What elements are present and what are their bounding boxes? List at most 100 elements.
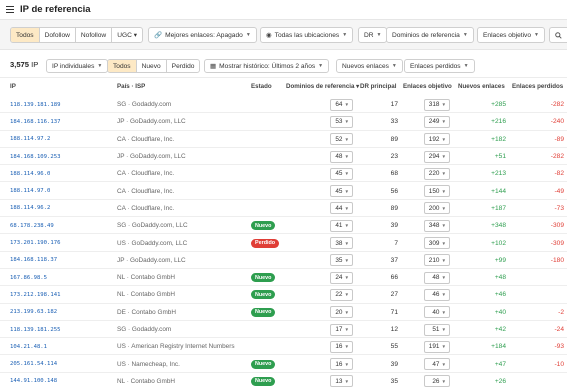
target-links-dropdown[interactable]: 40 ▼ — [424, 306, 450, 319]
target-links-dropdown[interactable]: 348 ▼ — [424, 219, 450, 232]
ref-domains-cell: 41 ▼ — [330, 217, 353, 234]
country-isp: DE · Contabo GmbH — [117, 308, 176, 316]
ref-domains-dropdown[interactable]: 13 ▼ — [330, 375, 353, 387]
ip-link[interactable]: 167.86.98.5 — [10, 269, 47, 286]
ref-domains-dropdown[interactable]: 53 ▼ — [330, 115, 353, 128]
new-links-value: +42 — [494, 326, 506, 333]
target-links-dropdown[interactable]: 51 ▼ — [424, 323, 450, 336]
ip-link[interactable]: 188.114.96.0 — [10, 165, 50, 182]
country-isp: CA · Cloudflare, Inc. — [117, 187, 175, 195]
country-isp: NL · Contabo GmbH — [117, 291, 176, 299]
ref-domains-cell: 22 ▼ — [330, 286, 353, 303]
tab-lost[interactable]: Perdido — [167, 60, 200, 72]
filter-ugc-dropdown[interactable]: UGC ▾ — [112, 28, 142, 42]
table-header: IP País · ISP Estado Dominios de referen… — [0, 78, 567, 96]
target-links-dropdown[interactable]: 26 ▼ — [424, 375, 450, 387]
ip-link[interactable]: 188.114.96.2 — [10, 200, 50, 217]
dr-value: 68 — [390, 170, 398, 178]
target-links-dropdown[interactable]: 294 ▼ — [424, 150, 450, 163]
ip-link[interactable]: 68.178.238.49 — [10, 217, 54, 234]
ref-domains-dropdown[interactable]: 38 ▼ — [330, 237, 353, 250]
ref-domains-dropdown[interactable]: Dominios de referencia ▼ — [386, 27, 474, 43]
lost-links-value: -89 — [554, 135, 564, 143]
menu-icon[interactable] — [6, 6, 14, 13]
target-links-dropdown[interactable]: 309 ▼ — [424, 237, 450, 250]
new-links-value: +46 — [494, 291, 506, 299]
ip-link[interactable]: 173.212.198.141 — [10, 286, 61, 303]
lost-links-dropdown[interactable]: Enlaces perdidos ▼ — [404, 59, 475, 73]
target-links-dropdown[interactable]: 210 ▼ — [424, 254, 450, 267]
locations-dropdown[interactable]: ◉ Todas las ubicaciones ▼ — [260, 27, 354, 43]
chevron-down-icon: ▼ — [344, 171, 349, 177]
ip-link[interactable]: 118.139.181.189 — [10, 96, 61, 113]
column-status[interactable]: Estado — [251, 83, 272, 90]
target-links-dropdown[interactable]: Enlaces objetivo ▼ — [477, 27, 545, 43]
target-links-dropdown[interactable]: 200 ▼ — [424, 202, 450, 215]
column-ref-domains[interactable]: Dominios de referencia ▾ — [286, 83, 359, 90]
column-dr[interactable]: DR principal — [360, 83, 396, 90]
ip-link[interactable]: 184.168.109.253 — [10, 148, 61, 165]
ip-link[interactable]: 144.91.100.148 — [10, 373, 57, 387]
ref-domains-dropdown[interactable]: 52 ▼ — [330, 133, 353, 146]
new-links-label: Nuevos enlaces — [342, 62, 389, 70]
tab-new[interactable]: Nuevo — [137, 60, 167, 72]
target-links-dropdown[interactable]: 220 ▼ — [424, 167, 450, 180]
ip-link[interactable]: 173.201.190.176 — [10, 234, 61, 251]
ip-link[interactable]: 118.139.181.255 — [10, 321, 61, 338]
ref-domains-dropdown[interactable]: 48 ▼ — [330, 150, 353, 163]
ref-domains-dropdown[interactable]: 16 ▼ — [330, 358, 353, 371]
target-links-dropdown[interactable]: 191 ▼ — [424, 340, 450, 353]
column-lost-links[interactable]: Enlaces perdidos — [512, 83, 563, 90]
ref-domains-dropdown[interactable]: 45 ▼ — [330, 167, 353, 180]
target-links-dropdown[interactable]: 192 ▼ — [424, 133, 450, 146]
lost-links-value: -282 — [550, 101, 564, 109]
filter-all-button[interactable]: Todos — [11, 28, 40, 42]
ref-domains-cell: 64 ▼ — [330, 96, 353, 113]
column-country-isp[interactable]: País · ISP — [117, 83, 145, 90]
ref-domains-dropdown[interactable]: 44 ▼ — [330, 202, 353, 215]
target-links-dropdown[interactable]: 48 ▼ — [424, 271, 450, 284]
ref-domains-dropdown[interactable]: 45 ▼ — [330, 185, 353, 198]
tab-all[interactable]: Todos — [108, 60, 137, 72]
ref-domains-dropdown[interactable]: 17 ▼ — [330, 323, 353, 336]
ip-mode-dropdown[interactable]: IP individuales ▼ — [46, 59, 109, 73]
target-links-cell: 150 ▼ — [424, 182, 450, 199]
ip-link[interactable]: 184.168.118.37 — [10, 252, 57, 269]
history-dropdown[interactable]: ▦ Mostrar histórico: Últimos 2 años ▼ — [204, 59, 330, 73]
ref-domains-cell: 48 ▼ — [330, 148, 353, 165]
target-links-dropdown[interactable]: 47 ▼ — [424, 358, 450, 371]
new-links-value: +187 — [491, 204, 506, 212]
chevron-down-icon: ▼ — [344, 292, 349, 298]
ref-domains-dropdown[interactable]: 35 ▼ — [330, 254, 353, 267]
ref-domains-dropdown[interactable]: 22 ▼ — [330, 288, 353, 301]
best-links-label: Mejores enlaces: Apagado — [165, 31, 243, 39]
column-ip[interactable]: IP — [10, 83, 16, 90]
target-links-cell: 48 ▼ — [424, 269, 450, 286]
ref-domains-dropdown[interactable]: 20 ▼ — [330, 306, 353, 319]
column-new-links[interactable]: Nuevos enlaces — [458, 83, 505, 90]
ref-domains-dropdown[interactable]: 41 ▼ — [330, 219, 353, 232]
filter-nofollow-button[interactable]: Nofollow — [76, 28, 113, 42]
ip-link[interactable]: 104.21.48.1 — [10, 338, 47, 355]
ip-link[interactable]: 213.199.63.182 — [10, 304, 57, 321]
ip-link[interactable]: 188.114.97.0 — [10, 182, 50, 199]
ref-domains-dropdown[interactable]: 64 ▼ — [330, 98, 353, 111]
ip-link[interactable]: 188.114.97.2 — [10, 131, 50, 148]
chevron-down-icon: ▼ — [342, 32, 348, 38]
target-links-dropdown[interactable]: 249 ▼ — [424, 115, 450, 128]
column-target-links[interactable]: Enlaces objetivo — [403, 83, 452, 90]
ip-link[interactable]: 205.161.54.114 — [10, 355, 57, 372]
dr-dropdown[interactable]: DR ▼ — [358, 27, 388, 43]
ref-domains-dropdown[interactable]: 16 ▼ — [330, 340, 353, 353]
ip-link[interactable]: 184.168.116.137 — [10, 113, 61, 130]
best-links-dropdown[interactable]: 🔗 Mejores enlaces: Apagado ▼ — [148, 27, 257, 43]
target-links-dropdown[interactable]: 150 ▼ — [424, 185, 450, 198]
lost-links-value: -82 — [554, 170, 564, 178]
filter-dofollow-button[interactable]: Dofollow — [40, 28, 76, 42]
target-links-dropdown[interactable]: 46 ▼ — [424, 288, 450, 301]
search-input[interactable] — [549, 27, 567, 43]
ref-domains-dropdown[interactable]: 24 ▼ — [330, 271, 353, 284]
target-links-dropdown[interactable]: 318 ▼ — [424, 98, 450, 111]
new-links-dropdown[interactable]: Nuevos enlaces ▼ — [336, 59, 403, 73]
chevron-down-icon: ▼ — [441, 344, 446, 350]
